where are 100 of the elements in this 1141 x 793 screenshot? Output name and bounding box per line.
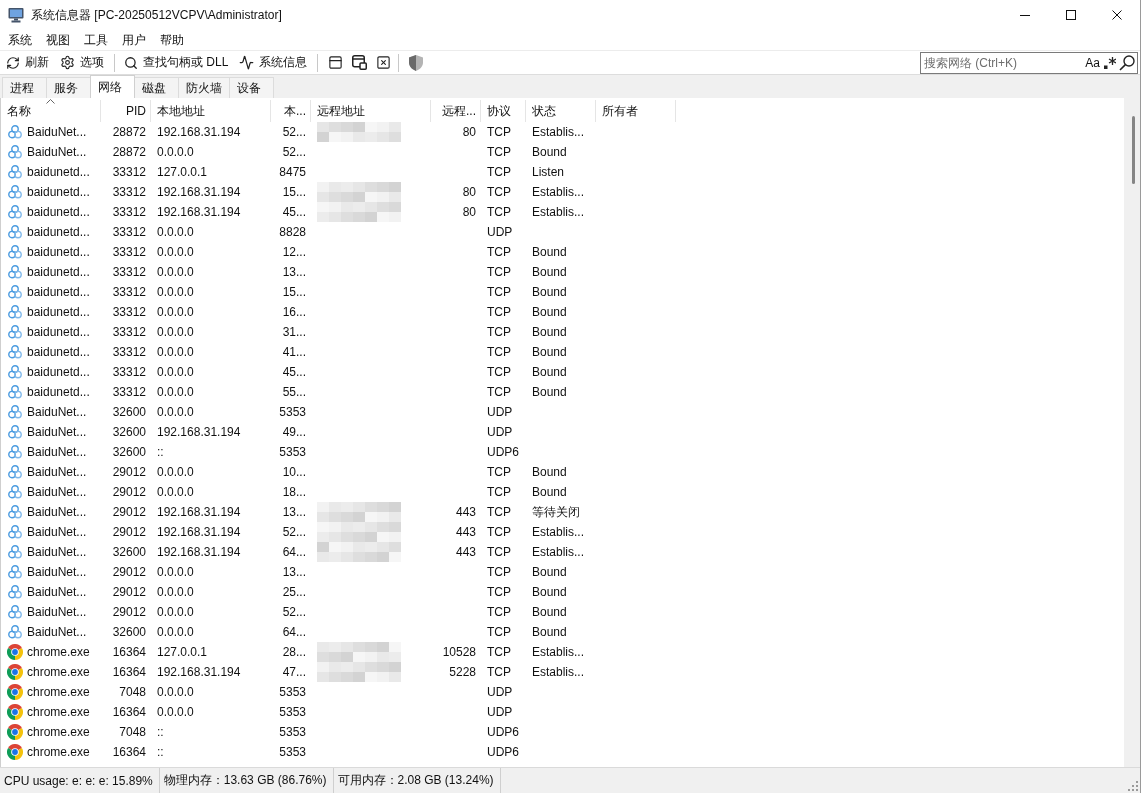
maximize-icon [1066,10,1076,20]
pid-text: 16364 [112,645,146,659]
menu-item[interactable]: 系统 [1,30,39,50]
local-address: 0.0.0.0 [157,145,194,159]
toolbar-button[interactable]: 选项 [56,51,108,74]
process-name: BaiduNet... [27,565,87,579]
tab[interactable]: 设备 [229,77,274,98]
local-address: 0.0.0.0 [157,245,194,259]
column-header[interactable]: 名称 [1,100,101,122]
rings-icon [8,365,22,379]
pid-text: 16364 [112,705,146,719]
local-address: :: [157,725,164,739]
protocol-text: TCP [487,165,511,179]
column-header[interactable]: 本地地址 [151,100,271,122]
rings-icon [8,145,22,159]
rings-icon [8,345,22,359]
process-name: BaiduNet... [27,605,87,619]
column-header[interactable]: 状态 [526,100,596,122]
connection-state: 等待关闭 [532,503,580,521]
local-port: 5353 [279,725,306,739]
rings-icon [8,445,22,459]
connection-state: Establis... [532,525,585,539]
tab[interactable]: 网络 [90,75,135,98]
menu-item[interactable]: 帮助 [153,30,191,50]
rings-icon [8,185,22,199]
protocol-text: TCP [487,565,511,579]
tab[interactable]: 服务 [46,77,91,98]
close-icon [1112,10,1122,20]
local-port: 13... [282,565,306,579]
menu-item[interactable]: 视图 [39,30,77,50]
local-address: 192.168.31.194 [157,525,241,539]
rings-icon [8,545,22,559]
protocol-text: TCP [487,545,511,559]
process-name: baidunetd... [27,245,90,259]
connection-state: Bound [532,585,567,599]
tab[interactable]: 磁盘 [134,77,179,98]
process-name: baidunetd... [27,285,90,299]
local-address: 0.0.0.0 [157,685,194,699]
menu-item[interactable]: 工具 [77,30,115,50]
process-name: BaiduNet... [27,545,87,559]
connection-state: Bound [532,145,567,159]
protocol-text: TCP [487,345,511,359]
protocol-text: TCP [487,245,511,259]
toolbar-button[interactable]: 系统信息 [235,51,312,74]
toolbar-button[interactable]: 查找句柄或 DLL [120,51,233,74]
column-header[interactable]: PID [101,100,151,122]
process-name: baidunetd... [27,305,90,319]
local-port: 64... [282,625,306,639]
local-address: 0.0.0.0 [157,285,194,299]
connection-state: Bound [532,365,567,379]
column-header[interactable]: 本... [271,100,311,122]
rings-icon [8,625,22,639]
local-port: 52... [282,525,306,539]
process-name: baidunetd... [27,365,90,379]
rings-icon [8,205,22,219]
tricolor-circle-icon [7,684,23,700]
local-port: 5353 [279,445,306,459]
local-port: 52... [282,125,306,139]
status-text: 物理内存：13.63 GB (86.76%) [159,768,334,793]
local-port: 45... [282,365,306,379]
vertical-scrollbar[interactable] [1124,98,1140,767]
search-field[interactable]: 搜索网络 (Ctrl+K) Aa [920,51,1138,74]
local-address: 127.0.0.1 [157,165,208,179]
local-address: 127.0.0.1 [157,645,208,659]
pid-text: 33312 [112,285,146,299]
protocol-text: TCP [487,285,511,299]
column-header[interactable]: 所有者 [596,100,676,122]
column-header[interactable]: 远程... [431,100,481,122]
regex-icon[interactable] [1104,56,1116,69]
rings-icon [8,165,22,179]
protocol-text: TCP [487,385,511,399]
column-header[interactable]: 协议 [481,100,526,122]
local-port: 10... [282,465,306,479]
rings-icon [8,285,22,299]
search-icon [124,55,138,70]
resize-grip-icon[interactable] [1128,781,1138,791]
tab[interactable]: 防火墙 [178,77,230,98]
local-port: 5353 [279,405,306,419]
protocol-text: TCP [487,125,511,139]
tab[interactable]: 进程 [2,77,47,98]
window-icon [327,55,343,70]
pid-text: 16364 [112,745,146,759]
match-case-toggle[interactable]: Aa [1084,53,1101,72]
local-address: 0.0.0.0 [157,385,194,399]
search-icon[interactable] [1119,54,1135,71]
local-port: 25... [282,585,306,599]
local-port: 18... [282,485,306,499]
local-address: 0.0.0.0 [157,565,194,579]
status-text: 可用内存：2.08 GB (13.24%) [333,768,501,793]
menu-item[interactable]: 用户 [115,30,153,50]
remote-port: 443 [455,545,476,559]
toolbar-button[interactable]: 刷新 [2,51,53,74]
scrollbar-thumb[interactable] [1131,116,1135,184]
local-address: 192.168.31.194 [157,665,241,679]
pid-text: 33312 [112,185,146,199]
process-name: baidunetd... [27,385,90,399]
pid-text: 29012 [112,505,146,519]
local-address: 192.168.31.194 [157,545,241,559]
pid-text: 33312 [112,385,146,399]
connection-state: Establis... [532,205,585,219]
